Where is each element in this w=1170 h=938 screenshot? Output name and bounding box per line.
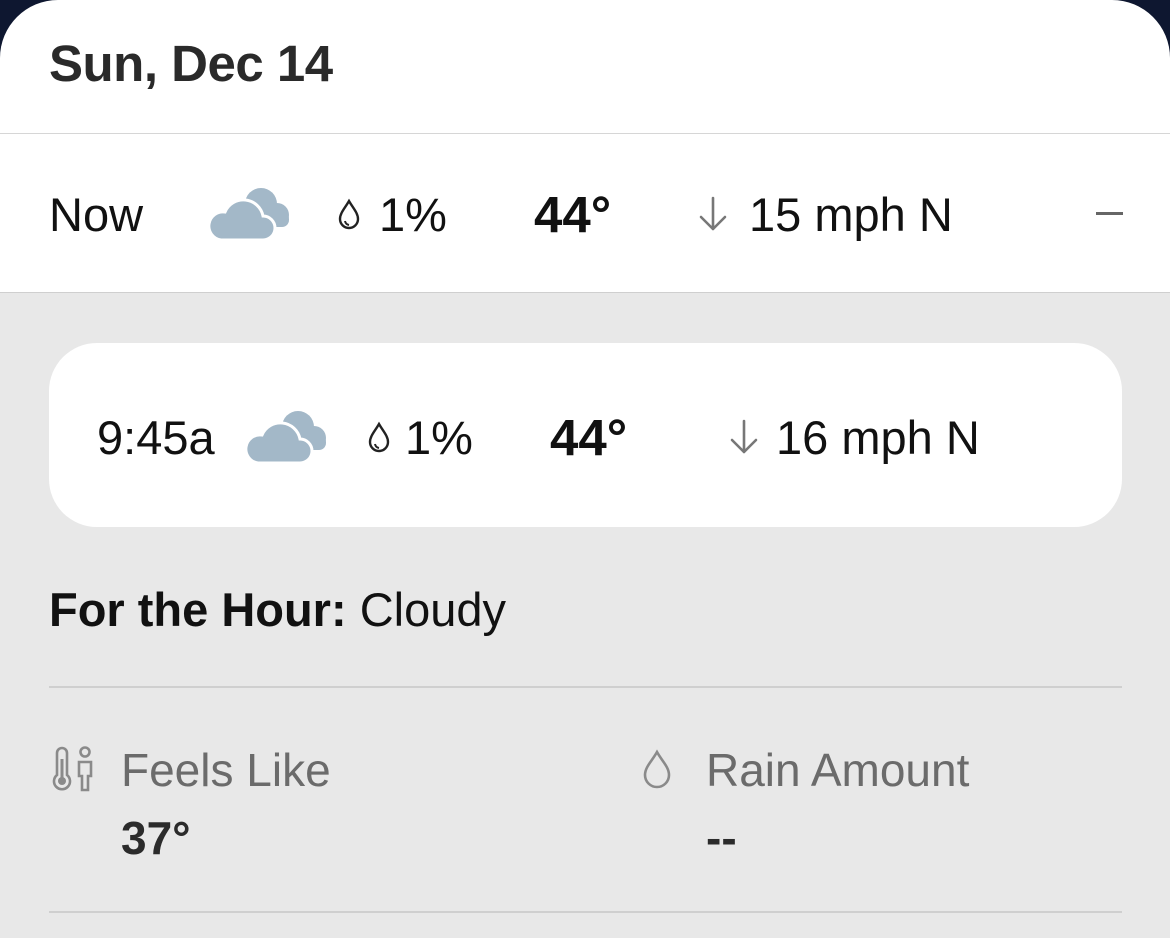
thermometer-person-icon: [52, 746, 93, 792]
hour-wind: 16 mph N: [776, 411, 980, 464]
now-label: Now: [49, 188, 144, 241]
hour-detail-panel: 9:45a 1% 44° 16 mph N For the Hour: Clou…: [0, 293, 1170, 938]
raindrop-icon: [338, 198, 360, 230]
minus-icon[interactable]: [1096, 212, 1123, 215]
now-row[interactable]: Now 1% 44° 15 mph N: [0, 134, 1170, 292]
feels-like-label: Feels Like: [121, 744, 331, 796]
hour-summary: For the Hour: Cloudy: [49, 582, 506, 637]
summary-divider: [49, 686, 1122, 688]
arrow-down-icon: [730, 419, 758, 454]
raindrop-icon: [368, 421, 390, 453]
rain-amount-value: --: [706, 812, 737, 864]
now-wind: 15 mph N: [749, 188, 953, 241]
forecast-sheet: Sun, Dec 14 Now 1% 44° 15 mph N 9:45a 1%…: [0, 0, 1170, 938]
hour-time: 9:45a: [97, 411, 215, 464]
hour-temp: 44°: [550, 409, 628, 466]
cloudy-icon: [207, 188, 289, 242]
date-header: Sun, Dec 14: [49, 35, 333, 92]
now-precip: 1%: [379, 188, 447, 241]
raindrop-icon: [643, 749, 671, 789]
rain-amount-label: Rain Amount: [706, 744, 970, 796]
arrow-down-icon: [699, 196, 727, 231]
feels-like-value: 37°: [121, 812, 191, 864]
hour-card[interactable]: 9:45a 1% 44° 16 mph N: [49, 343, 1122, 527]
now-temp: 44°: [534, 186, 612, 243]
summary-value: Cloudy: [359, 583, 507, 636]
hour-precip: 1%: [405, 411, 473, 464]
summary-label: For the Hour:: [49, 583, 347, 636]
stats-divider: [49, 911, 1122, 913]
cloudy-icon: [244, 411, 326, 465]
